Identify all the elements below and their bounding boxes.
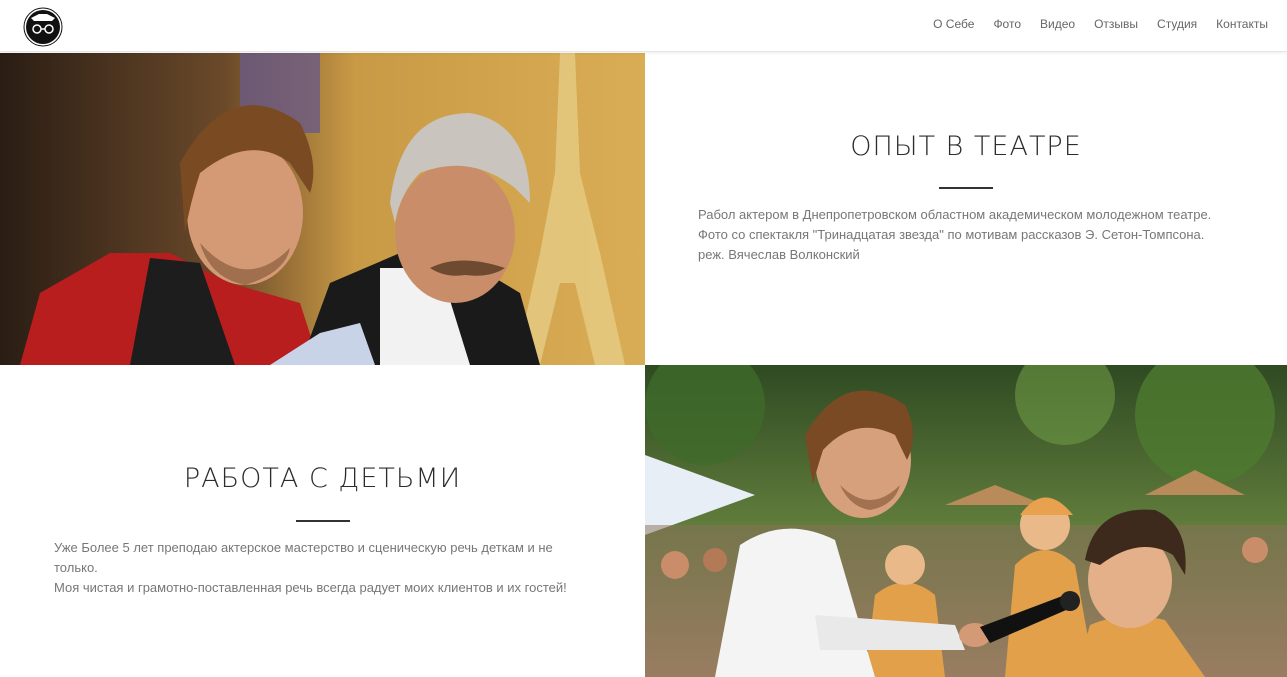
theatre-photo xyxy=(0,53,645,365)
section-title: ОПЫТ В ТЕАТРЕ xyxy=(850,131,1082,162)
nav-item-studio[interactable]: Студия xyxy=(1157,17,1197,31)
description-line: Моя чистая и грамотно-поставленная речь … xyxy=(54,580,567,595)
nav-item-about[interactable]: О Себе xyxy=(933,17,974,31)
title-divider xyxy=(939,187,993,189)
nav-item-video[interactable]: Видео xyxy=(1040,17,1075,31)
logo[interactable] xyxy=(22,4,64,48)
section-title: РАБОТА С ДЕТЬМИ xyxy=(183,463,462,494)
theatre-text-block: ОПЫТ В ТЕАТРЕ Рабол актером в Днепропетр… xyxy=(645,53,1287,365)
section-description: Рабол актером в Днепропетровском областн… xyxy=(698,205,1258,265)
kids-text-block: РАБОТА С ДЕТЬМИ Уже Более 5 лет преподаю… xyxy=(0,365,645,677)
section-kids: РАБОТА С ДЕТЬМИ Уже Более 5 лет преподаю… xyxy=(0,365,1287,677)
description-line: только. xyxy=(54,560,98,575)
description-line: Уже Более 5 лет преподаю актерское масте… xyxy=(54,540,553,555)
description-line: Фото со спектакля "Тринадцатая звезда" п… xyxy=(698,227,1205,242)
main-nav: О Себе Фото Видео Отзывы Студия Контакты xyxy=(914,17,1268,31)
description-line: реж. Вячеслав Волконский xyxy=(698,247,860,262)
nav-item-contacts[interactable]: Контакты xyxy=(1216,17,1268,31)
title-divider xyxy=(296,520,350,522)
description-line: Рабол актером в Днепропетровском областн… xyxy=(698,207,1212,222)
site-header: О Себе Фото Видео Отзывы Студия Контакты xyxy=(0,0,1287,52)
section-description: Уже Более 5 лет преподаю актерское масте… xyxy=(54,538,614,598)
section-theatre: ОПЫТ В ТЕАТРЕ Рабол актером в Днепропетр… xyxy=(0,53,1287,365)
kids-photo xyxy=(645,365,1287,677)
nav-item-photo[interactable]: Фото xyxy=(993,17,1021,31)
logo-glasses-icon xyxy=(23,7,63,47)
nav-item-reviews[interactable]: Отзывы xyxy=(1094,17,1138,31)
